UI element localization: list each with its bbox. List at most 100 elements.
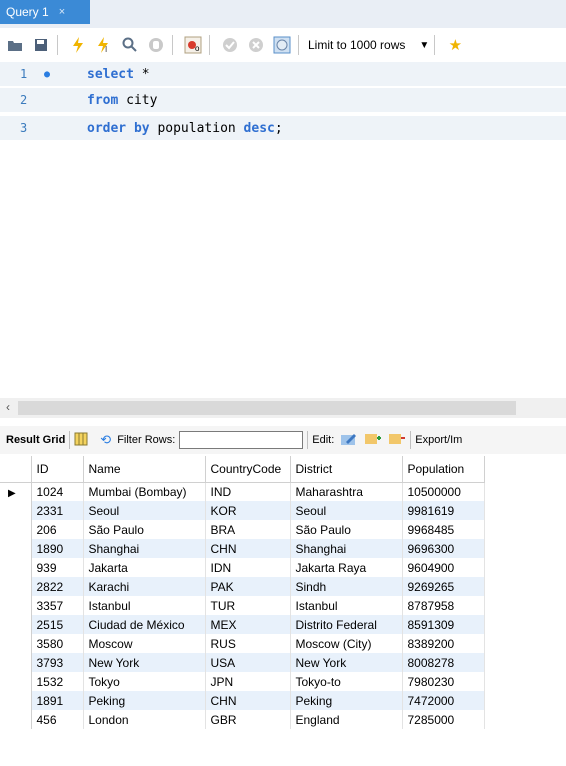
- table-row[interactable]: 3793 New York USA New York 8008278: [0, 653, 485, 672]
- column-header-countrycode[interactable]: CountryCode: [205, 456, 291, 483]
- table-cell[interactable]: Moscow: [83, 634, 206, 653]
- export-import-label[interactable]: Export/Im: [415, 434, 462, 446]
- table-cell[interactable]: 9696300: [402, 539, 485, 558]
- table-row[interactable]: 2515 Ciudad de México MEX Distrito Federal 8…: [0, 615, 485, 634]
- table-row[interactable]: ▶ 1024 Mumbai (Bombay) IND Maharashtra 105000…: [0, 482, 485, 501]
- table-cell[interactable]: 3357: [31, 596, 84, 615]
- table-cell[interactable]: 1890: [31, 539, 84, 558]
- table-cell[interactable]: IDN: [205, 558, 291, 577]
- table-cell[interactable]: 9968485: [402, 520, 485, 539]
- table-cell[interactable]: 9604900: [402, 558, 485, 577]
- folder-icon[interactable]: [4, 34, 26, 56]
- table-row[interactable]: 939 Jakarta IDN Jakarta Raya 9604900: [0, 558, 485, 577]
- table-row[interactable]: 1532 Tokyo JPN Tokyo-to 7980230: [0, 672, 485, 691]
- table-cell[interactable]: Karachi: [83, 577, 206, 596]
- table-cell[interactable]: KOR: [205, 501, 291, 520]
- table-cell[interactable]: 9269265: [402, 577, 485, 596]
- table-row[interactable]: 3357 Istanbul TUR Istanbul 8787958: [0, 596, 485, 615]
- insert-row-icon[interactable]: [364, 432, 382, 449]
- table-cell[interactable]: 8787958: [402, 596, 485, 615]
- table-cell[interactable]: 939: [31, 558, 84, 577]
- table-cell[interactable]: CHN: [205, 539, 291, 558]
- save-icon[interactable]: [30, 34, 52, 56]
- table-cell[interactable]: GBR: [205, 710, 291, 729]
- table-cell[interactable]: Tokyo-to: [290, 672, 403, 691]
- table-cell[interactable]: São Paulo: [83, 520, 206, 539]
- edit-row-icon[interactable]: [340, 432, 358, 449]
- table-cell[interactable]: England: [290, 710, 403, 729]
- table-cell[interactable]: Seoul: [83, 501, 206, 520]
- table-cell[interactable]: New York: [83, 653, 206, 672]
- table-cell[interactable]: IND: [205, 482, 291, 501]
- table-cell[interactable]: New York: [290, 653, 403, 672]
- execute-icon[interactable]: [67, 34, 89, 56]
- table-cell[interactable]: Maharashtra: [290, 482, 403, 501]
- table-row[interactable]: 206 São Paulo BRA São Paulo 9968485: [0, 520, 485, 539]
- table-cell[interactable]: Jakarta: [83, 558, 206, 577]
- table-cell[interactable]: Jakarta Raya: [290, 558, 403, 577]
- commit-icon[interactable]: [219, 34, 241, 56]
- editor-line[interactable]: 2 from city: [0, 88, 566, 112]
- table-cell[interactable]: Mumbai (Bombay): [83, 482, 206, 501]
- editor-horizontal-scrollbar[interactable]: ‹: [0, 398, 566, 418]
- scrollbar-thumb[interactable]: [18, 401, 516, 415]
- table-row[interactable]: 3580 Moscow RUS Moscow (City) 8389200: [0, 634, 485, 653]
- bookmark-icon[interactable]: ★: [444, 34, 466, 56]
- table-row[interactable]: 1890 Shanghai CHN Shanghai 9696300: [0, 539, 485, 558]
- table-cell[interactable]: 3793: [31, 653, 84, 672]
- table-cell[interactable]: TUR: [205, 596, 291, 615]
- table-row[interactable]: 1891 Peking CHN Peking 7472000: [0, 691, 485, 710]
- table-cell[interactable]: MEX: [205, 615, 291, 634]
- table-cell[interactable]: Tokyo: [83, 672, 206, 691]
- row-selector[interactable]: [0, 710, 32, 729]
- table-row[interactable]: 2822 Karachi PAK Sindh 9269265: [0, 577, 485, 596]
- delete-row-icon[interactable]: [388, 432, 406, 449]
- autocommit-icon[interactable]: [271, 34, 293, 56]
- table-cell[interactable]: São Paulo: [290, 520, 403, 539]
- row-selector[interactable]: [0, 672, 32, 691]
- tab-query-1[interactable]: Query 1 ×: [0, 0, 90, 24]
- table-cell[interactable]: Peking: [83, 691, 206, 710]
- row-selector[interactable]: [0, 691, 32, 710]
- table-cell[interactable]: 8591309: [402, 615, 485, 634]
- row-selector[interactable]: [0, 558, 32, 577]
- column-header-name[interactable]: Name: [83, 456, 206, 483]
- editor-line[interactable]: 3 order by population desc;: [0, 116, 566, 140]
- close-icon[interactable]: ×: [59, 6, 65, 18]
- row-selector[interactable]: [0, 634, 32, 653]
- table-cell[interactable]: Shanghai: [83, 539, 206, 558]
- table-cell[interactable]: Seoul: [290, 501, 403, 520]
- table-cell[interactable]: 10500000: [402, 482, 485, 501]
- table-cell[interactable]: Ciudad de México: [83, 615, 206, 634]
- table-cell[interactable]: JPN: [205, 672, 291, 691]
- table-cell[interactable]: 2822: [31, 577, 84, 596]
- table-cell[interactable]: London: [83, 710, 206, 729]
- editor-line[interactable]: 1 ● select *: [0, 62, 566, 86]
- table-cell[interactable]: Istanbul: [290, 596, 403, 615]
- table-row[interactable]: 456 London GBR England 7285000: [0, 710, 485, 729]
- table-cell[interactable]: 7472000: [402, 691, 485, 710]
- table-cell[interactable]: RUS: [205, 634, 291, 653]
- refresh-icon[interactable]: ⟲: [100, 432, 111, 448]
- row-selector[interactable]: [0, 501, 32, 520]
- table-cell[interactable]: CHN: [205, 691, 291, 710]
- rollback-icon[interactable]: [245, 34, 267, 56]
- row-selector[interactable]: [0, 596, 32, 615]
- table-cell[interactable]: 8008278: [402, 653, 485, 672]
- table-cell[interactable]: 1024: [31, 482, 84, 501]
- table-cell[interactable]: 9981619: [402, 501, 485, 520]
- row-selector[interactable]: ▶: [0, 482, 32, 501]
- table-cell[interactable]: Peking: [290, 691, 403, 710]
- table-cell[interactable]: Istanbul: [83, 596, 206, 615]
- chevron-left-icon[interactable]: ‹: [6, 400, 10, 414]
- toggle-continue-icon[interactable]: o: [182, 34, 204, 56]
- table-cell[interactable]: Shanghai: [290, 539, 403, 558]
- table-cell[interactable]: Distrito Federal: [290, 615, 403, 634]
- table-cell[interactable]: USA: [205, 653, 291, 672]
- row-selector[interactable]: [0, 577, 32, 596]
- table-cell[interactable]: Moscow (City): [290, 634, 403, 653]
- table-cell[interactable]: 7980230: [402, 672, 485, 691]
- table-cell[interactable]: 7285000: [402, 710, 485, 729]
- result-grid-tab[interactable]: Result Grid: [6, 434, 65, 446]
- table-cell[interactable]: Sindh: [290, 577, 403, 596]
